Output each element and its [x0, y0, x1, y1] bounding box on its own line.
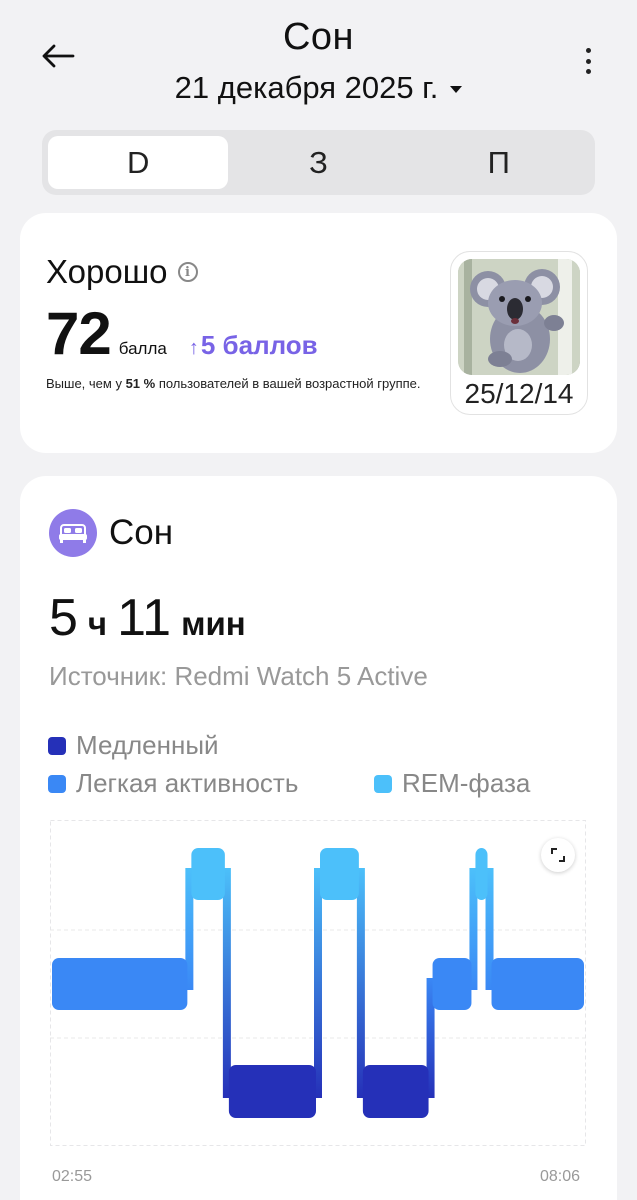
data-source: Источник: Redmi Watch 5 Active [49, 661, 428, 691]
score-value: 72 [46, 300, 112, 367]
stage-transition [314, 868, 322, 1098]
date-selector[interactable]: 21 декабря 2025 г. [0, 70, 637, 106]
legend-item-rem: REM-фаза [374, 768, 530, 799]
legend-swatch [48, 774, 66, 793]
stage-block [52, 958, 188, 1010]
duration-hours-unit: ч [87, 605, 108, 642]
score-quality: Хорошо [46, 253, 168, 290]
hypnogram-svg [50, 820, 586, 1146]
stage-block [475, 848, 488, 900]
caret-down-icon [450, 85, 463, 93]
tab-week[interactable]: З [228, 136, 408, 189]
legend-swatch [374, 774, 392, 793]
stage-transition [222, 868, 231, 1098]
legend-label: Легкая активность [76, 768, 299, 798]
score-delta-value: 5 баллов [200, 330, 318, 360]
app-header: Сон 21 декабря 2025 г. [0, 0, 637, 120]
legend-item-light: Легкая активность [48, 768, 298, 799]
badge-date: 25/12/14 [464, 378, 574, 409]
info-icon[interactable]: i [177, 262, 198, 282]
period-tabs: D З П [42, 130, 595, 195]
score-delta: ↑ 5 баллов [189, 330, 318, 361]
duration-hours: 5 [49, 589, 78, 647]
score-label-row: Хорошо i [46, 253, 198, 291]
score-row: 72 балла ↑ 5 баллов [46, 299, 318, 368]
score-percent: 51 % [125, 376, 156, 391]
stage-block [432, 958, 472, 1010]
stage-transition [356, 868, 365, 1098]
stage-block [320, 848, 359, 900]
koala-image [458, 259, 580, 375]
tab-day[interactable]: D [48, 136, 229, 189]
duration-minutes-unit: мин [181, 605, 246, 642]
sleep-header: Сон [49, 509, 173, 557]
sleep-duration: 5 ч 11 мин [49, 588, 246, 648]
bed-icon [49, 509, 97, 557]
duration-minutes: 11 [117, 589, 172, 647]
tab-month[interactable]: П [409, 136, 589, 189]
sleep-score-card[interactable]: Хорошо i 72 балла ↑ 5 баллов Выше, чем у… [20, 213, 617, 453]
chart-start-time: 02:55 [52, 1168, 93, 1185]
stage-block [362, 1065, 429, 1118]
sleep-animal-badge[interactable]: 25/12/14 [450, 251, 588, 415]
sleep-section-title: Сон [109, 513, 174, 552]
sleep-stage-chart[interactable] [50, 820, 586, 1150]
stage-block [228, 1065, 316, 1118]
date-label: 21 декабря 2025 г. [174, 70, 439, 105]
page-title: Сон [282, 16, 355, 58]
score-unit: балла [118, 339, 167, 358]
expand-icon [551, 848, 565, 862]
chart-end-time: 08:06 [540, 1168, 581, 1185]
score-description: Выше, чем у 51 % пользователей в вашей в… [46, 376, 421, 391]
legend-item-deep: Медленный [48, 730, 219, 761]
more-options-button[interactable] [572, 44, 604, 78]
legend-label: Медленный [76, 730, 219, 760]
expand-chart-button[interactable] [541, 838, 575, 872]
legend-label: REM-фаза [402, 768, 531, 798]
stage-block [191, 848, 225, 900]
legend-swatch [48, 736, 66, 755]
arrow-up-icon: ↑ [188, 337, 199, 359]
stage-block [491, 958, 584, 1010]
more-vertical-icon [585, 48, 591, 53]
